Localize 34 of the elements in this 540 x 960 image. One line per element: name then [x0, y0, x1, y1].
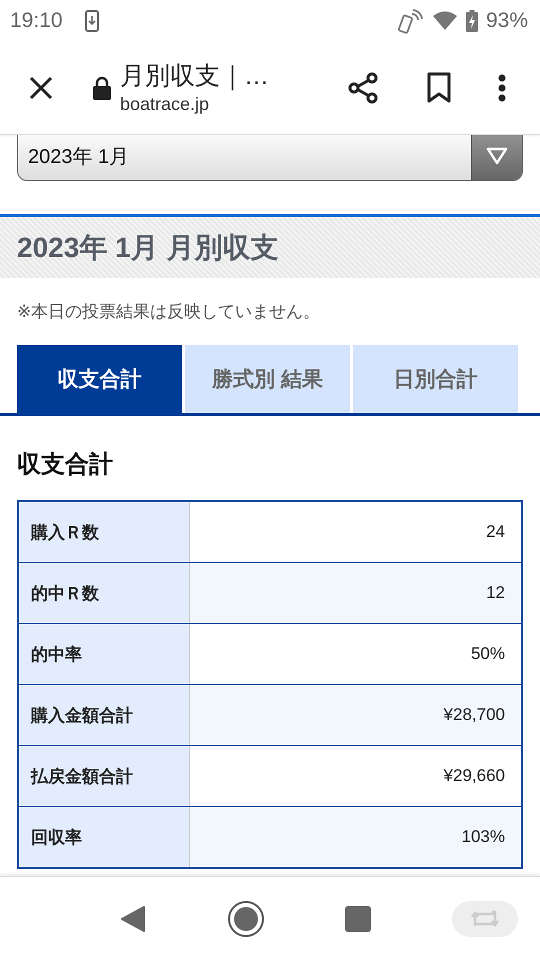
- note-text: ※本日の投票結果は反映していません。: [17, 301, 322, 323]
- home-icon[interactable]: [226, 900, 265, 938]
- dropdown-arrow-icon: [485, 147, 509, 165]
- page-heading: 2023年 1月 月別収支: [17, 230, 278, 264]
- row-label: 払戻金額合計: [19, 746, 190, 806]
- row-value: 103%: [190, 807, 521, 867]
- share-button[interactable]: [346, 71, 380, 105]
- bookmark-button[interactable]: [426, 72, 452, 104]
- more-menu-button[interactable]: [498, 74, 506, 102]
- tab[interactable]: 勝式別 結果: [185, 345, 350, 413]
- month-select[interactable]: 2023年 1月: [17, 135, 523, 181]
- clock: 19:10: [10, 9, 63, 33]
- row-value: 12: [190, 563, 521, 623]
- row-label: 回収率: [19, 807, 190, 867]
- close-button[interactable]: [28, 75, 54, 101]
- row-label: 的中率: [19, 624, 190, 684]
- back-icon[interactable]: [120, 904, 146, 932]
- phone-signal-icon: [398, 8, 424, 34]
- row-label: 購入Ｒ数: [19, 502, 190, 562]
- battery-level: 93%: [486, 9, 528, 33]
- tab[interactable]: 収支合計: [17, 345, 182, 413]
- row-value: ¥28,700: [190, 685, 521, 745]
- wifi-icon: [432, 11, 458, 31]
- battery-icon: [466, 10, 478, 32]
- recents-icon[interactable]: [345, 906, 372, 932]
- row-label: 的中Ｒ数: [19, 563, 190, 623]
- page-title: 月別収支｜…: [120, 61, 270, 92]
- download-icon: [84, 10, 99, 32]
- url-text: boatrace.jp: [120, 93, 210, 116]
- row-label: 購入金額合計: [19, 685, 190, 745]
- lock-icon: [92, 76, 112, 100]
- tab[interactable]: 日別合計: [353, 345, 518, 413]
- rotate-icon: [470, 908, 500, 928]
- section-title: 収支合計: [17, 450, 114, 480]
